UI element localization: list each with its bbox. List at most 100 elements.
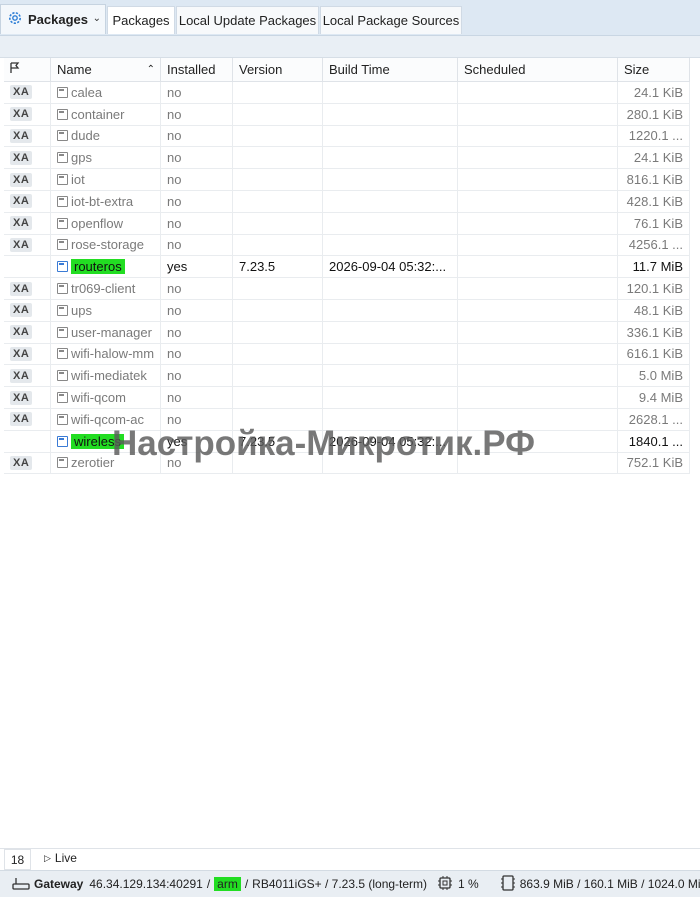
row-build-time-cell — [323, 82, 458, 103]
row-build-time-cell — [323, 125, 458, 147]
package-icon — [57, 174, 68, 186]
row-installed-cell: no — [161, 365, 233, 387]
row-installed-cell: no — [161, 169, 233, 190]
table-row[interactable]: routeros yes 7.23.5 2026-09-04 05:32:... 11.… — [4, 256, 690, 279]
chevron-down-icon[interactable]: ⌄ — [93, 13, 101, 24]
package-icon — [57, 239, 68, 251]
flag-badge: XA — [10, 216, 33, 231]
package-icon — [57, 435, 68, 447]
package-icon — [57, 326, 68, 338]
tab-local-update-packages[interactable]: Local Update Packages — [176, 6, 319, 34]
row-flags-cell: XA — [4, 147, 51, 169]
column-header-label: Version — [239, 62, 283, 77]
row-size-cell: 5.0 MiB — [618, 365, 690, 387]
row-size-cell: 24.1 KiB — [618, 147, 690, 169]
row-scheduled-cell — [458, 365, 618, 387]
row-name-cell: routeros — [51, 256, 161, 278]
row-scheduled-cell — [458, 125, 618, 147]
column-header-size[interactable]: Size — [618, 58, 690, 82]
table-row[interactable]: XA dude no 1220.1 ... — [4, 125, 690, 148]
cpu-icon — [437, 875, 453, 894]
row-scheduled-cell — [458, 82, 618, 103]
packages-menu-label: Packages — [28, 12, 88, 27]
table-row[interactable]: XA gps no 24.1 KiB — [4, 147, 690, 170]
live-button[interactable]: ▷ Live — [44, 851, 77, 865]
row-flags-cell: XA — [4, 212, 51, 234]
package-name: iot — [71, 172, 85, 188]
column-header-label: Name — [57, 62, 92, 77]
row-version-cell — [233, 191, 323, 212]
column-header-build-time[interactable]: Build Time — [323, 58, 458, 82]
row-name-cell: wifi-mediatek — [51, 365, 161, 387]
row-size-cell: 9.4 MiB — [618, 387, 690, 408]
row-installed-cell: yes — [161, 256, 233, 278]
package-name: ups — [71, 302, 92, 318]
package-name: container — [71, 106, 125, 122]
row-flags-cell: XA — [4, 278, 51, 299]
package-name: gps — [71, 150, 92, 166]
row-build-time-cell — [323, 365, 458, 387]
table-row[interactable]: XA wifi-qcom no 9.4 MiB — [4, 387, 690, 409]
row-scheduled-cell — [458, 103, 618, 125]
row-name-cell: iot-bt-extra — [51, 191, 161, 212]
row-installed-cell: no — [161, 103, 233, 125]
row-flags-cell — [4, 256, 51, 278]
package-icon — [57, 152, 68, 164]
table-row[interactable]: XA user-manager no 336.1 KiB — [4, 321, 690, 344]
package-name: tr069-client — [71, 281, 136, 297]
flag-badge: XA — [10, 194, 33, 209]
row-name-cell: ups — [51, 300, 161, 321]
row-installed-cell: no — [161, 321, 233, 343]
row-version-cell — [233, 82, 323, 103]
tab-label: Local Package Sources — [322, 13, 460, 28]
table-row[interactable]: XA container no 280.1 KiB — [4, 103, 690, 126]
table-row[interactable]: XA iot no 816.1 KiB — [4, 169, 690, 191]
flag-badge: XA — [10, 85, 33, 100]
flag-badge: XA — [10, 412, 33, 427]
row-name-cell: wifi-qcom — [51, 387, 161, 408]
row-version-cell — [233, 278, 323, 299]
play-icon: ▷ — [44, 852, 51, 863]
column-header-scheduled[interactable]: Scheduled — [458, 58, 618, 82]
row-version-cell — [233, 234, 323, 256]
row-size-cell: 428.1 KiB — [618, 191, 690, 212]
row-size-cell: 120.1 KiB — [618, 278, 690, 299]
table-row[interactable]: XA tr069-client no 120.1 KiB — [4, 278, 690, 300]
column-header-name[interactable]: Name ⌃ — [51, 58, 161, 82]
row-size-cell: 752.1 KiB — [618, 452, 690, 474]
toolbar — [0, 36, 700, 58]
table-row[interactable]: XA iot-bt-extra no 428.1 KiB — [4, 191, 690, 213]
row-installed-cell: no — [161, 212, 233, 234]
packages-menu-button[interactable]: Packages ⌄ — [0, 4, 106, 34]
row-installed-cell: no — [161, 125, 233, 147]
row-version-cell — [233, 365, 323, 387]
table-row[interactable]: XA openflow no 76.1 KiB — [4, 212, 690, 235]
package-icon — [57, 370, 68, 382]
tab-local-package-sources[interactable]: Local Package Sources — [320, 6, 462, 34]
column-header-flags[interactable] — [4, 58, 51, 82]
flag-badge: XA — [10, 346, 33, 361]
column-header-installed[interactable]: Installed — [161, 58, 233, 82]
package-icon — [57, 283, 68, 295]
table-row[interactable]: XA ups no 48.1 KiB — [4, 300, 690, 322]
table-row[interactable]: XA wifi-halow-mm no 616.1 KiB — [4, 343, 690, 366]
package-icon — [57, 261, 68, 273]
row-scheduled-cell — [458, 147, 618, 169]
row-build-time-cell — [323, 278, 458, 299]
row-name-cell: iot — [51, 169, 161, 190]
table-row[interactable]: XA rose-storage no 4256.1 ... — [4, 234, 690, 257]
row-installed-cell: no — [161, 278, 233, 299]
row-version-cell — [233, 147, 323, 169]
column-header-version[interactable]: Version — [233, 58, 323, 82]
package-name: zerotier — [71, 455, 115, 471]
column-header-label: Installed — [167, 62, 216, 77]
package-name: iot-bt-extra — [71, 193, 134, 209]
row-installed-cell: no — [161, 343, 233, 365]
tab-packages[interactable]: Packages — [107, 6, 175, 34]
table-row[interactable]: XA calea no 24.1 KiB — [4, 82, 690, 104]
row-version-cell — [233, 321, 323, 343]
row-version-cell: 7.23.5 — [233, 256, 323, 278]
flag-icon — [10, 62, 20, 77]
table-row[interactable]: XA wifi-mediatek no 5.0 MiB — [4, 365, 690, 388]
row-build-time-cell — [323, 103, 458, 125]
